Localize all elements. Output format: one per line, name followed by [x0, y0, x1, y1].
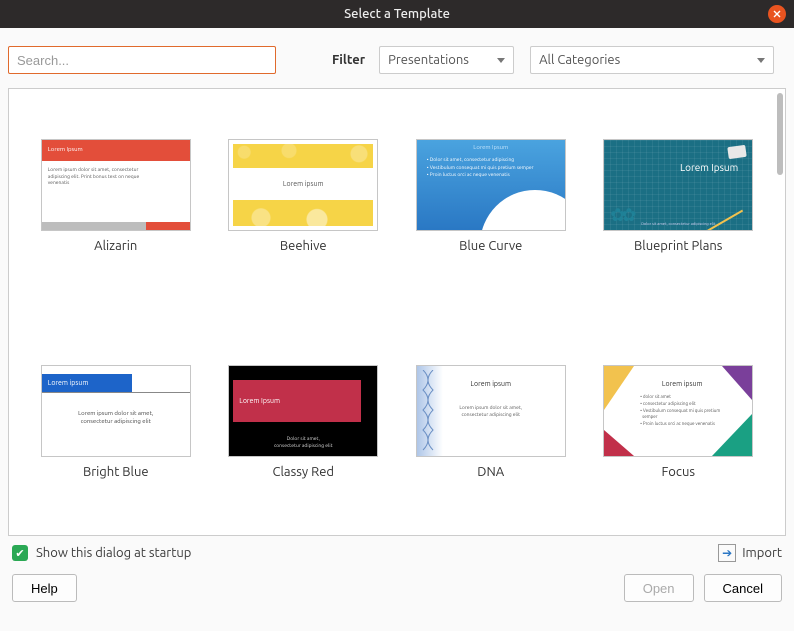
thumbnail: Lorem Ipsum • Dolor sit amet, consectetu…	[416, 139, 566, 231]
close-button[interactable]	[768, 5, 786, 23]
checkbox-checked-icon: ✔	[12, 545, 28, 561]
import-button[interactable]: ➔ Import	[718, 544, 782, 562]
template-name: Beehive	[280, 239, 327, 253]
template-name: DNA	[477, 465, 504, 479]
close-icon	[773, 10, 781, 18]
template-name: Blue Curve	[459, 239, 522, 253]
template-name: Blueprint Plans	[634, 239, 722, 253]
template-name: Bright Blue	[83, 465, 149, 479]
template-gallery: Lorem Ipsum Lorem ipsum dolor sit amet, …	[8, 88, 786, 536]
template-name: Classy Red	[273, 465, 334, 479]
scrollbar[interactable]	[777, 93, 783, 531]
template-item-bright-blue[interactable]: Lorem ipsum Lorem ipsum dolor sit amet, …	[39, 365, 193, 515]
help-button[interactable]: Help	[12, 574, 77, 602]
footer-row-1: ✔ Show this dialog at startup ➔ Import	[0, 536, 794, 564]
show-at-startup-checkbox[interactable]: ✔ Show this dialog at startup	[12, 545, 191, 561]
toolbar: Filter Presentations All Categories	[0, 28, 794, 82]
thumbnail: Lorem Ipsum Lorem ipsum dolor sit amet, …	[41, 139, 191, 231]
footer-row-2: Help Open Cancel	[0, 564, 794, 614]
template-item-beehive[interactable]: Lorem ipsum Beehive	[227, 139, 381, 289]
gallery-grid: Lorem Ipsum Lorem ipsum dolor sit amet, …	[9, 89, 785, 535]
filter-app-select[interactable]: Presentations	[379, 46, 514, 74]
template-item-dna[interactable]: Lorem ipsum Lorem ipsum dolor sit amet, …	[414, 365, 568, 515]
filter-category-select[interactable]: All Categories	[530, 46, 774, 74]
open-button[interactable]: Open	[624, 574, 694, 602]
scrollbar-thumb[interactable]	[777, 93, 783, 175]
thumbnail: Lorem ipsum Lorem ipsum dolor sit amet, …	[41, 365, 191, 457]
chevron-down-icon	[497, 58, 505, 63]
template-item-focus[interactable]: Lorem ipsum • dolor sit amet • consectet…	[602, 365, 756, 515]
template-name: Alizarin	[94, 239, 137, 253]
cancel-button[interactable]: Cancel	[704, 574, 782, 602]
template-item-alizarin[interactable]: Lorem Ipsum Lorem ipsum dolor sit amet, …	[39, 139, 193, 289]
import-icon: ➔	[718, 544, 736, 562]
filter-app-value: Presentations	[388, 53, 469, 67]
filter-label: Filter	[332, 53, 365, 67]
thumbnail: Lorem Ipsum Dolor sit amet, consectetur …	[228, 365, 378, 457]
import-label: Import	[742, 546, 782, 560]
thumbnail: Lorem Ipsum ✿✿ Dolor sit amet, consectet…	[603, 139, 753, 231]
chevron-down-icon	[757, 58, 765, 63]
filter-category-value: All Categories	[539, 53, 620, 67]
template-item-classy-red[interactable]: Lorem Ipsum Dolor sit amet, consectetur …	[227, 365, 381, 515]
checkbox-label: Show this dialog at startup	[36, 546, 191, 560]
window-title: Select a Template	[344, 7, 450, 21]
titlebar: Select a Template	[0, 0, 794, 28]
thumbnail: Lorem ipsum • dolor sit amet • consectet…	[603, 365, 753, 457]
thumbnail: Lorem ipsum Lorem ipsum dolor sit amet, …	[416, 365, 566, 457]
template-item-blueprint[interactable]: Lorem Ipsum ✿✿ Dolor sit amet, consectet…	[602, 139, 756, 289]
template-item-blue-curve[interactable]: Lorem Ipsum • Dolor sit amet, consectetu…	[414, 139, 568, 289]
thumbnail: Lorem ipsum	[228, 139, 378, 231]
template-name: Focus	[661, 465, 695, 479]
search-input[interactable]	[8, 46, 276, 74]
